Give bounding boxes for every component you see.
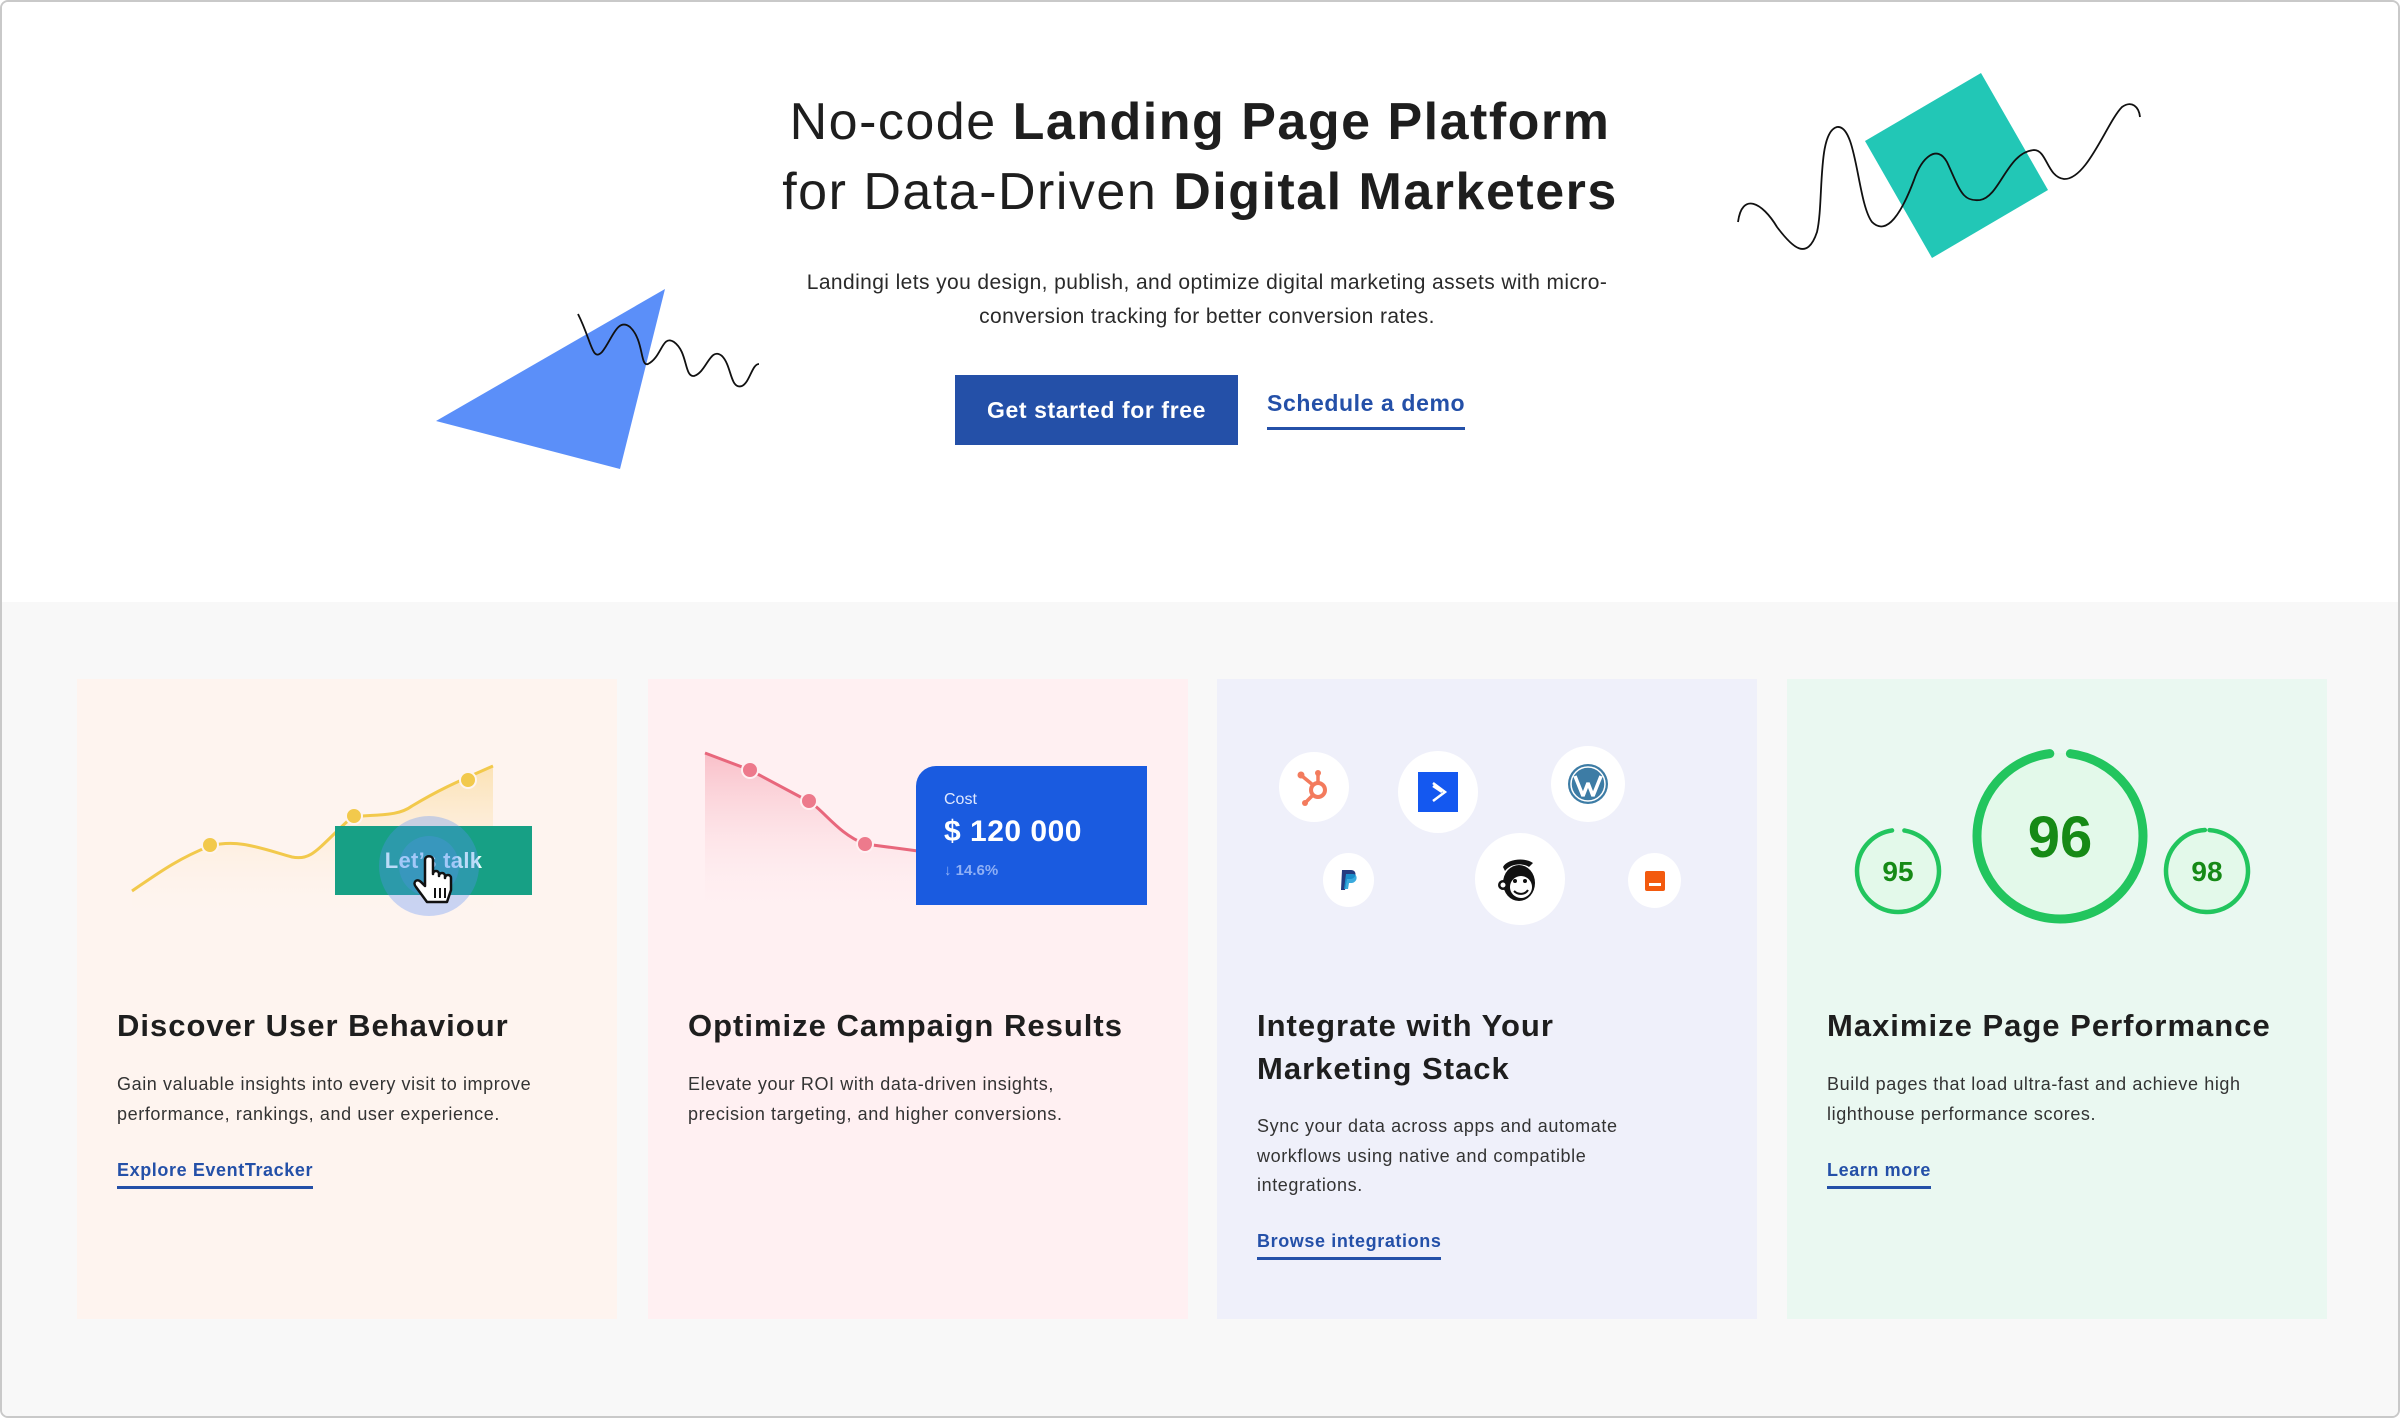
card-title: Maximize Page Performance <box>1827 1008 2271 1043</box>
card-description: Elevate your ROI with data-driven insigh… <box>688 1070 1148 1129</box>
triangle-decoration <box>436 289 760 469</box>
chart-point <box>459 771 477 789</box>
activecampaign-icon <box>1398 751 1478 833</box>
cost-value: $ 120 000 <box>944 815 1082 848</box>
chart-point <box>856 835 874 853</box>
chart-area <box>705 753 918 919</box>
hero-title-regular: for Data-Driven <box>782 163 1174 221</box>
score-gauge: 95 <box>1854 827 1942 915</box>
chart-point <box>201 836 219 854</box>
card-title: Integrate with Your Marketing Stack <box>1257 1004 1727 1090</box>
score-value: 96 <box>2028 805 2093 870</box>
explore-eventtracker-link[interactable]: Explore EventTracker <box>117 1160 314 1189</box>
cost-change-value: 14.6% <box>955 862 999 879</box>
paypal-icon <box>1323 853 1374 907</box>
cost-widget: Cost $ 120 000 ↓ 14.6% <box>916 766 1147 905</box>
card-description: Sync your data across apps and automate w… <box>1257 1112 1717 1201</box>
hand-pointer-icon <box>379 816 479 916</box>
hero-subtitle-line: conversion tracking for better conversio… <box>979 305 1435 328</box>
hero-subtitle: Landingi lets you design, publish, and o… <box>752 266 1662 334</box>
hero-title-bold: Landing Page Platform <box>1012 93 1611 151</box>
card-description-line: Build pages that load ultra-fast and ach… <box>1827 1074 2241 1094</box>
hero-section: No-code Landing Page Platform for Data-D… <box>2 2 2398 602</box>
chart-point <box>345 807 363 825</box>
chart-point <box>741 761 759 779</box>
wordpress-icon <box>1551 746 1625 822</box>
card-description-line: integrations. <box>1257 1175 1363 1195</box>
card-title-line: Marketing Stack <box>1257 1051 1510 1086</box>
mailchimp-icon <box>1475 833 1565 925</box>
card-title-line: Integrate with Your <box>1257 1008 1554 1043</box>
arrow-down-icon: ↓ <box>944 862 956 879</box>
schedule-demo-link[interactable]: Schedule a demo <box>1267 390 1466 430</box>
card-description-line: precision targeting, and higher conversi… <box>688 1103 1063 1124</box>
square-shape <box>1865 73 2048 258</box>
hero-title-regular: No-code <box>789 93 1013 151</box>
card-title: Discover User Behaviour <box>117 1008 509 1043</box>
score-gauge: 96 <box>1972 748 2148 924</box>
cost-change: ↓ 14.6% <box>944 862 998 879</box>
hubspot-icon <box>1279 752 1349 822</box>
feature-card-campaign-results: Cost $ 120 000 ↓ 14.6% Optimize Campaign… <box>648 679 1188 1319</box>
page-frame: No-code Landing Page Platform for Data-D… <box>0 0 2400 1418</box>
performance-scores-illustration: 95 96 98 <box>1854 748 2251 924</box>
square-decoration <box>1737 73 2141 258</box>
score-value: 98 <box>2191 856 2222 887</box>
feature-card-user-behaviour: Let’s talk Discover User Behaviour Gain … <box>77 679 617 1319</box>
smartlook-icon <box>1628 853 1681 908</box>
feature-card-integrations: Integrate with Your Marketing Stack Sync … <box>1217 679 1757 1319</box>
learn-more-link[interactable]: Learn more <box>1827 1160 1932 1189</box>
get-started-button[interactable]: Get started for free <box>955 375 1238 445</box>
card-description-line: performance, rankings, and user experien… <box>117 1103 500 1124</box>
chart-point <box>800 792 818 810</box>
feature-card-performance: 95 96 98 Maximize Page Performance Build p… <box>1787 679 2327 1319</box>
browse-integrations-link[interactable]: Browse integrations <box>1257 1231 1442 1260</box>
card-description-line: workflows using native and compatible <box>1257 1145 1587 1166</box>
card-title: Optimize Campaign Results <box>688 1008 1123 1043</box>
card-description: Gain valuable insights into every visit … <box>117 1070 577 1129</box>
score-value: 95 <box>1882 856 1913 887</box>
card-description: Build pages that load ultra-fast and ach… <box>1827 1070 2287 1129</box>
triangle-shape <box>436 289 665 469</box>
hero-title-bold: Digital Marketers <box>1173 163 1618 221</box>
card-description-line: Sync your data across apps and automate <box>1257 1116 1618 1136</box>
card-description-line: lighthouse performance scores. <box>1827 1103 2097 1124</box>
card-description-line: Elevate your ROI with data-driven insigh… <box>688 1074 1054 1094</box>
card-description-line: Gain valuable insights into every visit … <box>117 1074 532 1094</box>
cost-label: Cost <box>944 791 977 808</box>
hero-subtitle-line: Landingi lets you design, publish, and o… <box>806 271 1608 294</box>
score-gauge: 98 <box>2163 827 2251 915</box>
